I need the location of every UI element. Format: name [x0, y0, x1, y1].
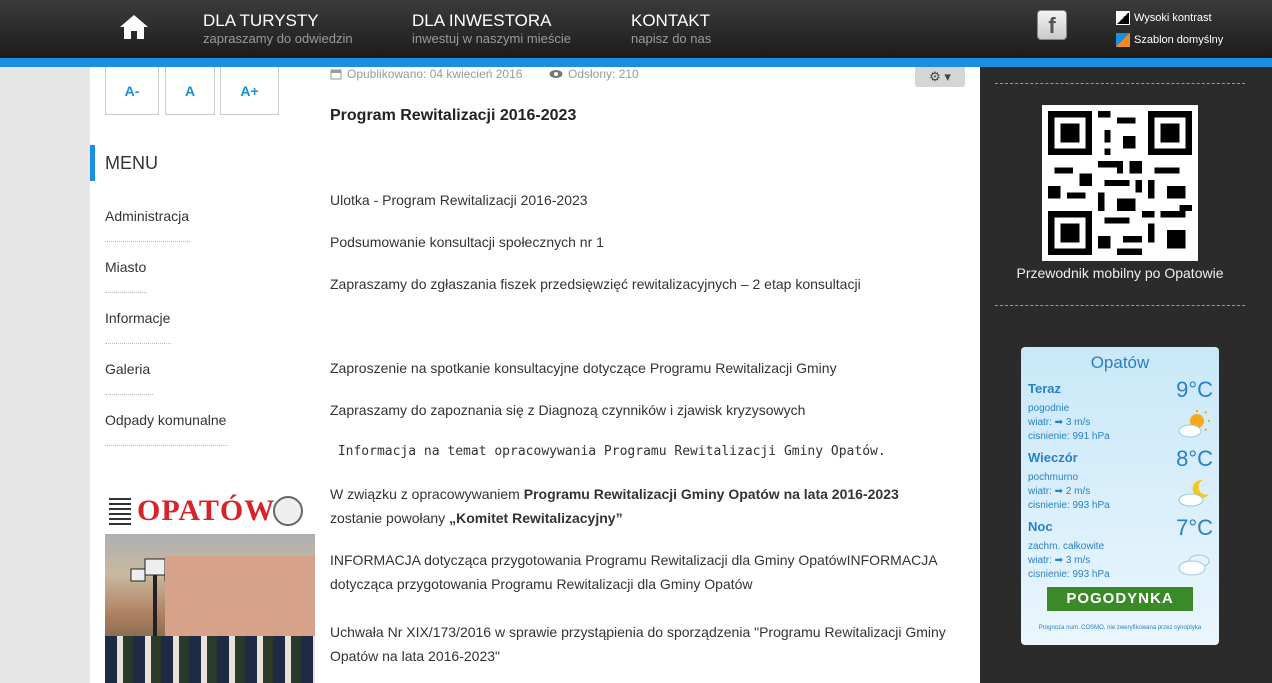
- menu-item-odpady-komunalne[interactable]: Odpady komunalne: [105, 412, 228, 446]
- moon-cloud-icon: [1178, 479, 1209, 507]
- menu-item-label: Administracja: [105, 208, 190, 224]
- link-uchwala[interactable]: Uchwała Nr XIX/173/2016 w sprawie przyst…: [330, 620, 950, 668]
- komitet-paragraph: W związku z opracowywaniem Programu Rewi…: [330, 482, 950, 530]
- pogodynka-logo[interactable]: POGODYNKA: [1047, 587, 1193, 611]
- weather-pressure: cisnienie: 993 hPa: [1028, 569, 1110, 580]
- published-date: Opublikowano: 04 kwiecień 2016: [347, 67, 523, 81]
- views-count: Odsłony: 210: [568, 67, 639, 81]
- weather-city: Opatów: [1090, 353, 1150, 372]
- weather-pressure: cisnienie: 993 hPa: [1028, 500, 1110, 511]
- weather-desc: pogodnie: [1028, 403, 1070, 414]
- weather-row-wieczor: Wieczór 8°C pochmurno wiatr: ➡ 2 m/s cis…: [1028, 446, 1213, 516]
- komitet-text-2: zostanie powołany: [330, 510, 450, 526]
- weather-desc: pochmurno: [1028, 472, 1079, 483]
- accent-bar: [0, 58, 1272, 67]
- right-sidebar: Przewodnik mobilny po Opatowie Opatów Te…: [980, 67, 1272, 683]
- link-diagnoza[interactable]: Zapraszamy do zapoznania się z Diagnozą …: [330, 398, 950, 422]
- link-podsumowanie[interactable]: Podsumowanie konsultacji społecznych nr …: [330, 230, 950, 254]
- nav-title: KONTAKT: [631, 11, 711, 30]
- menu-item-label: Informacje: [105, 310, 171, 326]
- menu-item-informacje[interactable]: Informacje: [105, 310, 171, 344]
- nav-title: DLA TURYSTY: [203, 11, 319, 30]
- calendar-icon: [330, 69, 342, 80]
- menu-item-galeria[interactable]: Galeria: [105, 361, 153, 395]
- home-icon[interactable]: [118, 12, 150, 42]
- menu-item-miasto[interactable]: Miasto: [105, 259, 147, 293]
- qr-code-image[interactable]: [1042, 105, 1198, 261]
- default-template-option[interactable]: Szablon domyślny: [1116, 33, 1223, 47]
- top-navigation-bar: DLA TURYSTY zapraszamy do odwiedzin DLA …: [0, 0, 1272, 58]
- forecast-note: Prognoza num. COSMO, nie zweryfikowana p…: [1038, 625, 1202, 631]
- menu-item-administracja[interactable]: Administracja: [105, 208, 190, 242]
- komitet-text: W związku z opracowywaniem: [330, 486, 524, 502]
- link-informacja[interactable]: INFORMACJA dotycząca przygotowania Progr…: [330, 548, 950, 596]
- weather-row-noc: Noc 7°C zachm. całkowite wiatr: ➡ 3 m/s …: [1028, 515, 1213, 585]
- weather-period: Noc: [1028, 519, 1053, 534]
- menu-item-label: Miasto: [105, 259, 147, 275]
- people-group: [105, 636, 315, 683]
- weather-temp: 7°C: [1176, 515, 1213, 540]
- font-default-button[interactable]: A: [165, 67, 215, 115]
- weather-wind: wiatr: ➡ 3 m/s: [1028, 417, 1091, 428]
- weather-period: Teraz: [1028, 381, 1061, 396]
- nav-title: DLA INWESTORA: [412, 11, 552, 30]
- default-template-icon: [1116, 33, 1130, 47]
- weather-widget[interactable]: Opatów Teraz 9°C pogodnie wiatr: ➡ 3 m/s…: [1021, 347, 1219, 645]
- font-decrease-button[interactable]: A-: [105, 67, 159, 115]
- caret-down-icon: ▾: [944, 69, 951, 84]
- nav-subtitle: zapraszamy do odwiedzin: [203, 31, 353, 46]
- nav-subtitle: inwestuj w naszymi mieście: [412, 31, 571, 46]
- weather-period: Wieczór: [1028, 450, 1078, 465]
- qr-caption: Przewodnik mobilny po Opatowie: [1016, 265, 1224, 281]
- views-meta: Odsłony: 210: [549, 67, 639, 81]
- magazine-cover-image[interactable]: OPATÓW: [105, 486, 315, 683]
- weather-temp: 8°C: [1176, 446, 1213, 471]
- contrast-icon: [1116, 11, 1130, 25]
- facebook-icon[interactable]: f: [1037, 10, 1067, 40]
- menu-item-label: Galeria: [105, 361, 151, 377]
- gear-icon: ⚙: [929, 69, 941, 84]
- divider: [995, 305, 1245, 306]
- coat-of-arms-icon: [273, 496, 303, 526]
- sun-cloud-icon: [1178, 410, 1210, 438]
- main-content: Opublikowano: 04 kwiecień 2016 Odsłony: …: [315, 67, 980, 683]
- divider: [995, 83, 1245, 84]
- weather-wind: wiatr: ➡ 3 m/s: [1028, 555, 1091, 566]
- weather-desc: zachm. całkowite: [1028, 541, 1105, 552]
- menu-item-label: Odpady komunalne: [105, 412, 227, 428]
- article-title: Program Rewitalizacji 2016-2023: [330, 107, 577, 124]
- default-template-label: Szablon domyślny: [1134, 34, 1224, 46]
- left-column: A- A A+ MENU Administracja Miasto Inform…: [90, 67, 315, 683]
- info-paragraph: Informacja na temat opracowywania Progra…: [330, 444, 886, 459]
- nav-dla-inwestora[interactable]: DLA INWESTORA inwestuj w naszymi mieście: [412, 11, 571, 47]
- link-fiszki[interactable]: Zapraszamy do zgłaszania fiszek przedsię…: [330, 272, 950, 296]
- weather-pressure: cisnienie: 991 hPa: [1028, 431, 1110, 442]
- komitet-bold-program: Programu Rewitalizacji Gminy Opatów na l…: [523, 486, 899, 502]
- nav-kontakt[interactable]: KONTAKT napisz do nas: [631, 11, 712, 47]
- weather-temp: 9°C: [1176, 377, 1213, 402]
- menu-heading: MENU: [90, 145, 315, 181]
- nav-dla-turysty[interactable]: DLA TURYSTY zapraszamy do odwiedzin: [203, 11, 353, 47]
- published-meta: Opublikowano: 04 kwiecień 2016: [330, 67, 522, 81]
- cover-masthead-strip: [109, 498, 131, 526]
- link-ulotka[interactable]: Ulotka - Program Rewitalizacji 2016-2023: [330, 188, 950, 212]
- building-facade: [165, 556, 315, 636]
- article-tools-button[interactable]: ⚙ ▾: [915, 67, 965, 87]
- high-contrast-label: Wysoki kontrast: [1134, 12, 1212, 24]
- cloud-icon: [1178, 554, 1210, 576]
- link-zaproszenie[interactable]: Zaproszenie na spotkanie konsultacyjne d…: [330, 356, 950, 380]
- eye-icon: [549, 70, 563, 78]
- font-increase-button[interactable]: A+: [220, 67, 279, 115]
- komitet-bold-name: „Komitet Rewitalizacyjny”: [449, 510, 623, 526]
- high-contrast-option[interactable]: Wysoki kontrast: [1116, 11, 1212, 25]
- nav-subtitle: napisz do nas: [631, 31, 712, 46]
- weather-row-teraz: Teraz 9°C pogodnie wiatr: ➡ 3 m/s cisnie…: [1028, 377, 1213, 447]
- cover-logo: OPATÓW: [137, 494, 276, 527]
- weather-wind: wiatr: ➡ 2 m/s: [1028, 486, 1091, 497]
